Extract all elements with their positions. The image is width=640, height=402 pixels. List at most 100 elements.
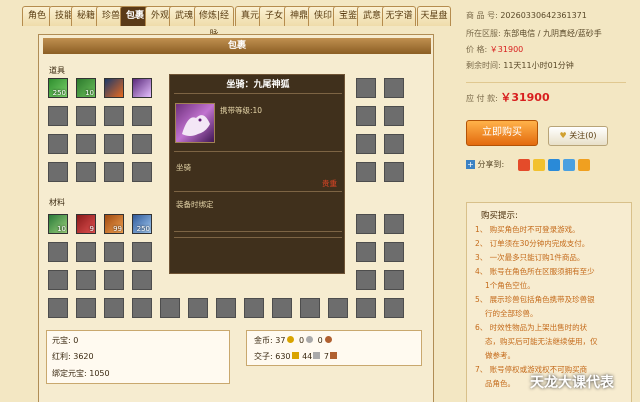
empty-slot[interactable]: [104, 270, 124, 290]
empty-slot[interactable]: [76, 298, 96, 318]
empty-slot[interactable]: [48, 162, 68, 182]
empty-slot[interactable]: [356, 270, 376, 290]
empty-slot[interactable]: [48, 242, 68, 262]
empty-slot[interactable]: [300, 298, 320, 318]
tip-line: 6、 时效性物品为上架出售时的状: [475, 323, 588, 332]
empty-slot[interactable]: [104, 162, 124, 182]
empty-slot[interactable]: [76, 134, 96, 154]
tab-cultivation[interactable]: 修炼|经脉: [194, 6, 234, 40]
material-slot[interactable]: 99: [104, 214, 124, 234]
tooltip-divider: [174, 191, 342, 192]
empty-slot[interactable]: [272, 298, 292, 318]
empty-slot[interactable]: [216, 298, 236, 318]
tab-bar: 角色 技能 秘籍 珍兽 包裹 外观 武魂 修炼|经脉 真元 子女 神鼎 侠印 宝…: [0, 0, 452, 40]
price-value: ￥31900: [489, 45, 524, 54]
empty-slot[interactable]: [48, 134, 68, 154]
material-slot[interactable]: 250: [132, 214, 152, 234]
bind-yuanbao-value: 1050: [89, 369, 110, 378]
tencent-weibo-share-icon[interactable]: [563, 159, 575, 171]
tip-line: 3、 一次最多只能订购1件商品。: [475, 253, 585, 262]
empty-slot[interactable]: [188, 298, 208, 318]
renren-share-icon[interactable]: [548, 159, 560, 171]
empty-slot[interactable]: [132, 298, 152, 318]
empty-slot[interactable]: [76, 162, 96, 182]
material-slot[interactable]: 9: [76, 214, 96, 234]
tooltip-divider: [174, 93, 342, 94]
empty-slot[interactable]: [48, 106, 68, 126]
tips-title: 购买提示:: [481, 211, 518, 221]
product-no-value: 20260330642361371: [500, 11, 587, 20]
hongli-stat: 红利: 3620: [52, 350, 94, 364]
yuanbao-label: 元宝:: [52, 336, 71, 345]
tooltip-bind: 装备时绑定: [176, 200, 214, 209]
silver-coin-icon: [306, 336, 314, 343]
empty-slot[interactable]: [384, 78, 404, 98]
qq-share-icon[interactable]: [578, 159, 590, 171]
qzone-share-icon[interactable]: [533, 159, 545, 171]
empty-slot[interactable]: [76, 270, 96, 290]
empty-slot[interactable]: [328, 298, 348, 318]
follow-button[interactable]: ♥ 关注(0): [548, 126, 608, 146]
empty-slot[interactable]: [132, 270, 152, 290]
item-slot[interactable]: [104, 78, 124, 98]
tooltip-title: 坐骑：九尾神狐: [226, 80, 290, 90]
item-slot[interactable]: 10: [76, 78, 96, 98]
empty-slot[interactable]: [132, 162, 152, 182]
empty-slot[interactable]: [244, 298, 264, 318]
jiaozi-copper-icon: [329, 352, 337, 359]
empty-slot[interactable]: [384, 242, 404, 262]
empty-slot[interactable]: [76, 106, 96, 126]
empty-slot[interactable]: [356, 298, 376, 318]
empty-slot[interactable]: [104, 298, 124, 318]
empty-slot[interactable]: [356, 242, 376, 262]
empty-slot[interactable]: [356, 214, 376, 234]
empty-slot[interactable]: [76, 242, 96, 262]
weibo-share-icon[interactable]: [518, 159, 530, 171]
empty-slot[interactable]: [384, 214, 404, 234]
item-tooltip: 坐骑：九尾神狐 携带等级:10 坐骑 贵重 装备时绑定: [169, 74, 345, 274]
empty-slot[interactable]: [384, 134, 404, 154]
tooltip-divider: [174, 237, 342, 238]
follow-label: 关注: [569, 131, 586, 140]
empty-slot[interactable]: [104, 106, 124, 126]
empty-slot[interactable]: [384, 162, 404, 182]
due-label: 应 付 款:: [466, 94, 498, 103]
tab-role[interactable]: 角色: [22, 6, 52, 26]
tip-line: 1个角色空位。: [485, 281, 535, 290]
empty-slot[interactable]: [104, 134, 124, 154]
empty-slot[interactable]: [356, 78, 376, 98]
gold-label: 金币:: [254, 336, 273, 345]
material-slot[interactable]: 10: [48, 214, 68, 234]
material-quantity: 10: [57, 225, 66, 233]
empty-slot[interactable]: [104, 242, 124, 262]
item-quantity: 250: [52, 89, 66, 97]
item-slot[interactable]: 250: [48, 78, 68, 98]
empty-slot[interactable]: [356, 106, 376, 126]
tab-wuzipu[interactable]: 无字谱: [382, 6, 416, 26]
material-quantity: 250: [136, 225, 150, 233]
time-row: 剩余时间: 11天11小时01分钟: [466, 60, 574, 72]
empty-slot[interactable]: [132, 134, 152, 154]
empty-slot[interactable]: [48, 298, 68, 318]
silver-value: 0: [298, 336, 305, 345]
empty-slot[interactable]: [356, 162, 376, 182]
tooltip-level: 携带等级:10: [220, 106, 263, 115]
empty-slot[interactable]: [384, 270, 404, 290]
item-icon: [105, 79, 123, 97]
due-value: ￥31900: [500, 91, 550, 104]
empty-slot[interactable]: [132, 106, 152, 126]
empty-slot[interactable]: [48, 270, 68, 290]
product-no-label: 商 品 号:: [466, 11, 498, 20]
tip-line: 行的全部珍兽。: [485, 309, 538, 318]
empty-slot[interactable]: [132, 242, 152, 262]
jiaozi-a-value: 630: [275, 352, 291, 361]
empty-slot[interactable]: [384, 106, 404, 126]
item-slot[interactable]: [132, 78, 152, 98]
empty-slot[interactable]: [384, 298, 404, 318]
tab-tianxingpan[interactable]: 天星盘: [417, 6, 451, 26]
empty-slot[interactable]: [356, 134, 376, 154]
tip-line: 2、 订单须在30分钟内完成支付。: [475, 239, 590, 248]
yuanbao-value: 0: [73, 336, 79, 345]
empty-slot[interactable]: [160, 298, 180, 318]
buy-now-button[interactable]: 立即购买: [466, 120, 538, 146]
